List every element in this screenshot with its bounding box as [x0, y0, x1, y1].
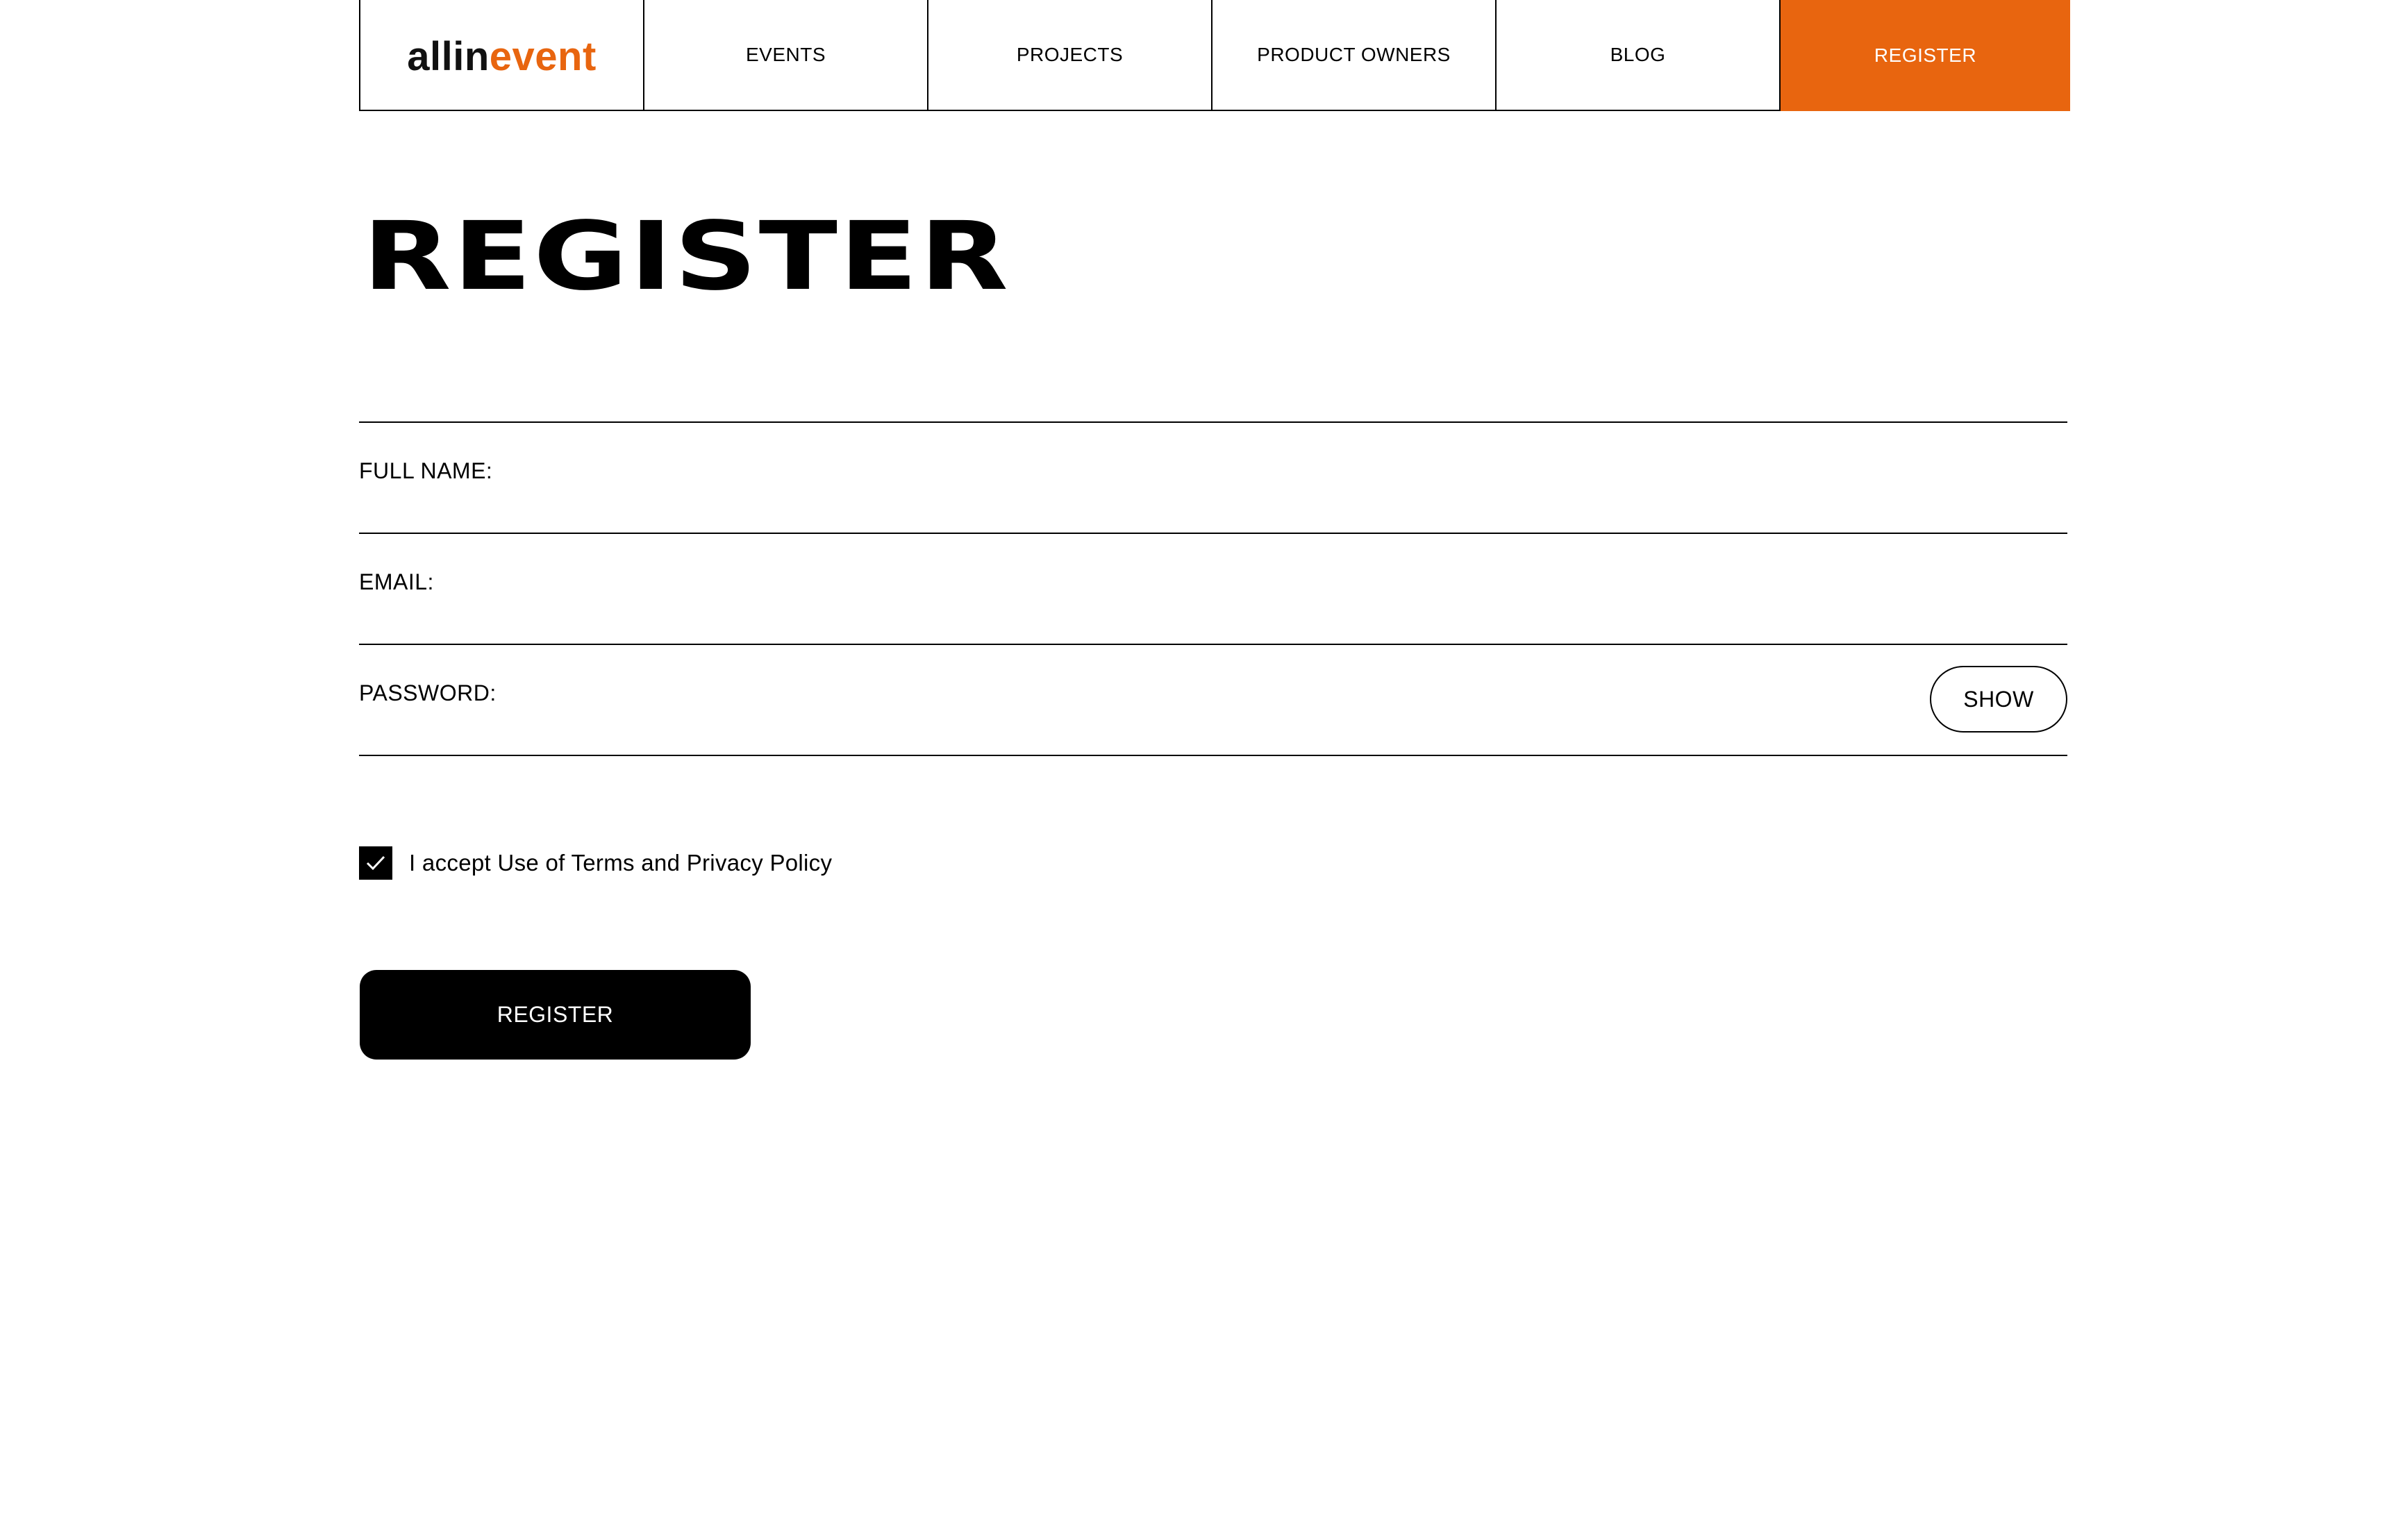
- terms-checkbox-row[interactable]: I accept Use of Terms and Privacy Policy: [359, 846, 832, 880]
- password-input[interactable]: [540, 659, 1901, 744]
- nav-register-button[interactable]: REGISTER: [1781, 0, 2070, 111]
- logo-link[interactable]: allinevent: [359, 0, 644, 111]
- password-label: PASSWORD:: [359, 680, 497, 705]
- show-password-button[interactable]: SHOW: [1930, 666, 2067, 733]
- terms-checkbox[interactable]: [359, 846, 392, 880]
- nav-item-product-owners[interactable]: PRODUCT OWNERS: [1212, 0, 1497, 111]
- full-name-row: FULL NAME:: [359, 421, 2067, 533]
- terms-label: I accept Use of Terms and Privacy Policy: [409, 850, 833, 876]
- top-navigation: allinevent EVENTS PROJECTS PRODUCT OWNER…: [359, 0, 2070, 111]
- registration-form: FULL NAME: EMAIL: PASSWORD: SHOW: [359, 421, 2067, 756]
- full-name-label: FULL NAME:: [359, 458, 493, 483]
- logo-text-event: event: [489, 34, 597, 79]
- full-name-input[interactable]: [540, 437, 1901, 521]
- register-submit-button[interactable]: REGISTER: [360, 970, 751, 1060]
- logo-text-allin: allin: [407, 34, 490, 79]
- email-input[interactable]: [540, 548, 1901, 633]
- checkmark-icon: [366, 855, 385, 871]
- nav-item-events[interactable]: EVENTS: [644, 0, 928, 111]
- email-label: EMAIL:: [359, 569, 434, 594]
- password-row: PASSWORD: SHOW: [359, 644, 2067, 756]
- nav-item-blog[interactable]: BLOG: [1497, 0, 1781, 111]
- brand-logo: allinevent: [407, 33, 597, 77]
- email-row: EMAIL:: [359, 533, 2067, 644]
- page-title: REGISTER: [362, 202, 1010, 312]
- nav-item-projects[interactable]: PROJECTS: [928, 0, 1212, 111]
